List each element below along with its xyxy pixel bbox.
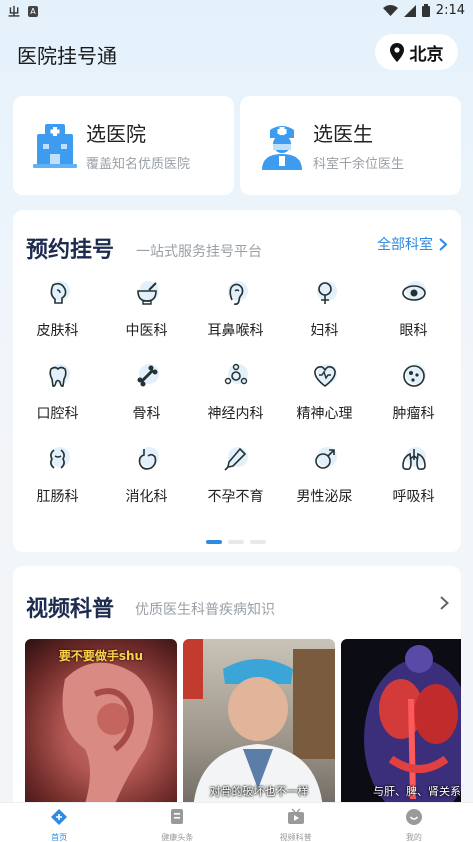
nav-label: 视频科普 <box>279 833 312 842</box>
department-label: 耳鼻喉科 <box>207 323 264 339</box>
a-icon: A <box>28 6 39 17</box>
department-item[interactable]: 肿瘤科 <box>369 361 458 423</box>
face-icon <box>49 281 70 304</box>
clock: 2:14 <box>435 3 465 18</box>
card-subtitle: 科室千余位医生 <box>313 157 405 172</box>
department-item[interactable]: 妇科 <box>280 278 369 340</box>
ear-image <box>62 662 153 804</box>
stomach-icon <box>138 447 159 470</box>
department-label: 眼科 <box>399 323 428 339</box>
thermometer-icon <box>223 447 248 471</box>
card-title: 选医生 <box>313 122 373 146</box>
department-item[interactable]: 消化科 <box>102 444 191 506</box>
video-thumbnail[interactable]: 对骨的破坏也不一样 <box>183 639 335 809</box>
page-dot <box>250 540 266 544</box>
department-item[interactable]: 不孕不育 <box>191 444 280 506</box>
city-selector-button[interactable]: 北京 <box>375 34 458 70</box>
choose-doctor-card[interactable]: 选医生 科室千余位医生 <box>240 96 461 195</box>
department-label: 口腔科 <box>36 406 79 422</box>
department-label: 精神心理 <box>296 406 353 422</box>
nav-label: 首页 <box>51 833 68 842</box>
video-thumbnail[interactable]: 要不要做手shu <box>25 639 177 809</box>
department-item[interactable]: 中医科 <box>102 278 191 340</box>
video-top-caption: 要不要做手shu <box>58 649 144 663</box>
app-icon: ㄓ <box>8 5 21 19</box>
intestine-icon <box>49 447 70 469</box>
card-title: 选医院 <box>86 122 146 146</box>
app-title: 医院挂号通 <box>17 44 117 68</box>
nav-item[interactable]: 健康头条 <box>118 803 236 842</box>
news-icon <box>171 809 184 824</box>
nav-item[interactable]: 视频科普 <box>237 803 355 842</box>
page-dot <box>206 540 222 544</box>
doctor-icon <box>262 126 302 170</box>
battery-icon <box>421 4 430 17</box>
chevron-right-icon <box>439 237 447 251</box>
wifi-icon <box>382 4 398 16</box>
section-subtitle: 一站式服务挂号平台 <box>136 244 262 260</box>
page-dot <box>228 540 244 544</box>
page-indicator <box>206 540 266 544</box>
card-subtitle: 覆盖知名优质医院 <box>86 157 191 172</box>
department-item[interactable]: 神经内科 <box>191 361 280 423</box>
department-item[interactable]: 皮肤科 <box>13 278 102 340</box>
choose-hospital-card[interactable]: 选医院 覆盖知名优质医院 <box>13 96 234 195</box>
department-label: 消化科 <box>125 489 168 505</box>
status-bar: ㄓ A 2:14 <box>0 0 473 24</box>
nav-item[interactable]: 我的 <box>355 803 473 842</box>
female-icon <box>316 281 337 304</box>
profile-icon <box>405 809 422 825</box>
chevron-right-icon[interactable] <box>440 596 449 610</box>
department-item[interactable]: 眼科 <box>369 278 458 340</box>
tooth-icon <box>48 364 70 387</box>
city-label: 北京 <box>409 44 444 65</box>
mortar-icon <box>136 281 159 305</box>
video-section: 视频科普 优质医生科普疾病知识 要不要做手shu 对骨的破坏也不一样 与肝、脾、… <box>13 566 461 816</box>
section-title: 视频科普 <box>26 597 115 622</box>
section-title: 预约挂号 <box>26 238 115 263</box>
appointment-section: 预约挂号 一站式服务挂号平台 全部科室 皮肤科 中医科 耳鼻喉科 妇科 眼科口腔科 骨科 神… <box>13 210 461 552</box>
department-label: 肛肠科 <box>36 489 79 505</box>
nav-item[interactable]: 首页 <box>0 803 118 842</box>
bottom-navigation: 首页 健康头条 视频科普 我的 <box>0 802 473 842</box>
nav-label: 健康头条 <box>161 833 194 842</box>
neuron-icon <box>224 363 248 385</box>
signal-icon <box>403 4 416 17</box>
section-subtitle: 优质医生科普疾病知识 <box>135 602 275 618</box>
all-departments-link[interactable]: 全部科室 <box>377 234 447 254</box>
department-label: 中医科 <box>125 323 168 339</box>
department-item[interactable]: 精神心理 <box>280 361 369 423</box>
department-item[interactable]: 骨科 <box>102 361 191 423</box>
department-label: 男性泌尿 <box>296 489 353 505</box>
video-thumbnail[interactable]: 与肝、脾、肾关系 <box>341 639 461 809</box>
male-icon <box>314 447 337 469</box>
all-departments-label: 全部科室 <box>377 237 433 253</box>
video-caption: 对骨的破坏也不一样 <box>209 785 309 798</box>
department-label: 肿瘤科 <box>392 406 435 422</box>
department-item[interactable]: 男性泌尿 <box>280 444 369 506</box>
lungs-icon <box>401 447 426 470</box>
department-item[interactable]: 呼吸科 <box>369 444 458 506</box>
ear-icon <box>227 281 248 305</box>
department-item[interactable]: 口腔科 <box>13 361 102 423</box>
department-label: 不孕不育 <box>207 489 264 505</box>
department-item[interactable]: 耳鼻喉科 <box>191 278 280 340</box>
location-pin-icon <box>389 42 404 62</box>
hospital-icon <box>33 124 77 168</box>
department-label: 妇科 <box>310 323 339 339</box>
department-item[interactable]: 肛肠科 <box>13 444 102 506</box>
nav-label: 我的 <box>405 833 422 842</box>
home-icon <box>51 809 68 825</box>
heart-pulse-icon <box>313 364 337 387</box>
bone-icon <box>137 364 159 387</box>
department-label: 神经内科 <box>207 406 264 422</box>
department-label: 皮肤科 <box>36 323 79 339</box>
eye-icon <box>401 281 426 301</box>
department-label: 呼吸科 <box>392 489 435 505</box>
video-caption: 与肝、脾、肾关系 <box>373 785 461 798</box>
cell-icon <box>402 364 426 387</box>
department-label: 骨科 <box>132 406 161 422</box>
video-icon <box>287 808 304 824</box>
